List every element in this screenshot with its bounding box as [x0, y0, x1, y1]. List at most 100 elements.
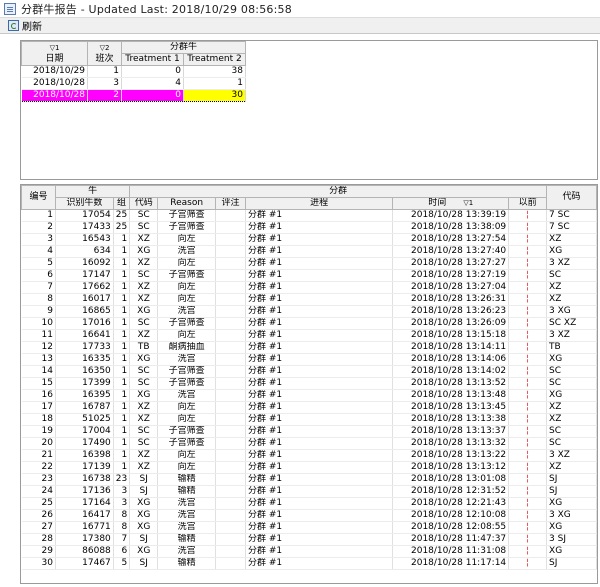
table-row[interactable]: 26 16417 8 XG 洗宫 分群 #1 2018/10/28 12:10:08 ¦ 3 X… — [21, 509, 597, 522]
cell-code: SC — [129, 437, 159, 450]
summary-header-treatment1[interactable]: Treatment 1 — [121, 53, 184, 66]
summary-row[interactable]: 2018/10/29 1 0 38 — [21, 65, 246, 78]
cell-note — [215, 425, 247, 438]
cell-procedure: 分群 #1 — [245, 413, 394, 426]
cell-reason: 子宫筛查 — [157, 437, 217, 450]
cell-num: 25 — [21, 497, 56, 510]
summary-cell-t1: 4 — [121, 77, 184, 90]
cell-num: 26 — [21, 509, 56, 522]
detail-header-prev[interactable]: 以前 — [508, 197, 548, 210]
cell-grp: 1 — [113, 257, 131, 270]
table-row[interactable]: 19 17004 1 SC 子宫筛查 分群 #1 2018/10/28 13:13:37 ¦ S… — [21, 425, 597, 438]
cell-id: 17433 — [55, 221, 114, 234]
table-row[interactable]: 9 16865 1 XG 洗宫 分群 #1 2018/10/28 13:26:23 ¦ 3 XG — [21, 305, 597, 318]
table-row[interactable]: 3 16543 1 XZ 向左 分群 #1 2018/10/28 13:27:54 ¦ XZ — [21, 233, 597, 246]
table-row[interactable]: 12 17733 1 TB 酮病抽血 分群 #1 2018/10/28 13:14:11 ¦ T… — [21, 341, 597, 354]
cell-code: XZ — [129, 281, 159, 294]
table-row[interactable]: 6 17147 1 SC 子宫筛查 分群 #1 2018/10/28 13:27:19 ¦ SC — [21, 269, 597, 282]
cell-code: XG — [129, 305, 159, 318]
cell-grp: 1 — [113, 329, 131, 342]
table-row[interactable]: 20 17490 1 SC 子宫筛查 分群 #1 2018/10/28 13:13:32 ¦ S… — [21, 437, 597, 450]
cell-id: 16350 — [55, 365, 114, 378]
table-row[interactable]: 14 16350 1 SC 子宫筛查 分群 #1 2018/10/28 13:14:02 ¦ S… — [21, 365, 597, 378]
cell-grp: 7 — [113, 533, 131, 546]
table-row[interactable]: 7 17662 1 XZ 向左 分群 #1 2018/10/28 13:27:04 ¦ XZ — [21, 281, 597, 294]
summary-header-date[interactable]: ▽1 日期 — [21, 41, 88, 66]
cell-procedure: 分群 #1 — [245, 497, 394, 510]
cell-procedure: 分群 #1 — [245, 533, 394, 546]
cell-num: 20 — [21, 437, 56, 450]
cell-prev: ¦ — [508, 293, 548, 306]
cell-num: 16 — [21, 389, 56, 402]
table-row[interactable]: 30 17467 5 SJ 输精 分群 #1 2018/10/28 11:17:14 ¦ SJ — [21, 557, 597, 570]
cell-reason: 子宫筛查 — [157, 221, 217, 234]
table-row[interactable]: 29 86088 6 XG 洗宫 分群 #1 2018/10/28 11:31:08 ¦ XG — [21, 545, 597, 558]
cell-procedure: 分群 #1 — [245, 233, 394, 246]
table-row[interactable]: 21 16398 1 XZ 向左 分群 #1 2018/10/28 13:13:22 ¦ 3 X… — [21, 449, 597, 462]
table-row[interactable]: 27 16771 8 XG 洗宫 分群 #1 2018/10/28 12:08:55 ¦ XG — [21, 521, 597, 534]
cell-prev: ¦ — [508, 449, 548, 462]
cell-prev: ¦ — [508, 269, 548, 282]
cell-num: 4 — [21, 245, 56, 258]
table-row[interactable]: 5 16092 1 XZ 向左 分群 #1 2018/10/28 13:27:27 ¦ 3 XZ — [21, 257, 597, 270]
window-title: 分群牛报告 - Updated Last: 2018/10/29 08:56:5… — [21, 2, 292, 16]
cell-prev: ¦ — [508, 341, 548, 354]
cell-code2: SC — [546, 377, 597, 390]
cell-reason: 向左 — [157, 461, 217, 474]
cell-procedure: 分群 #1 — [245, 461, 394, 474]
cell-procedure: 分群 #1 — [245, 425, 394, 438]
cell-id: 17733 — [55, 341, 114, 354]
summary-row[interactable]: 2018/10/28 2 0 30 — [21, 89, 246, 102]
table-row[interactable]: 11 16641 1 XZ 向左 分群 #1 2018/10/28 13:15:18 ¦ 3 X… — [21, 329, 597, 342]
cell-time: 2018/10/28 13:26:09 — [392, 317, 510, 330]
detail-header-grp[interactable]: 组 — [112, 197, 131, 210]
table-row[interactable]: 28 17380 7 SJ 输精 分群 #1 2018/10/28 11:47:37 ¦ 3 S… — [21, 533, 597, 546]
detail-header-num[interactable]: 编号 — [21, 185, 56, 210]
refresh-button[interactable]: 刷新 — [8, 18, 42, 33]
cell-id: 86088 — [55, 545, 114, 558]
table-row[interactable]: 18 51025 1 XZ 向左 分群 #1 2018/10/28 13:13:38 ¦ XZ — [21, 413, 597, 426]
cell-grp: 1 — [113, 449, 131, 462]
detail-header-id[interactable]: 识别牛数 — [54, 197, 114, 210]
table-row[interactable]: 4 634 1 XG 洗宫 分群 #1 2018/10/28 13:27:40 ¦ XG — [21, 245, 597, 258]
table-row[interactable]: 8 16017 1 XZ 向左 分群 #1 2018/10/28 13:26:31 ¦ XZ — [21, 293, 597, 306]
table-row[interactable]: 15 17399 1 SC 子宫筛查 分群 #1 2018/10/28 13:13:52 ¦ S… — [21, 377, 597, 390]
cell-time: 2018/10/28 13:13:37 — [392, 425, 510, 438]
table-row[interactable]: 22 17139 1 XZ 向左 分群 #1 2018/10/28 13:13:12 ¦ XZ — [21, 461, 597, 474]
table-row[interactable]: 1 17054 25 SC 子宫筛查 分群 #1 2018/10/28 13:39:19 ¦ 7… — [21, 209, 597, 222]
table-row[interactable]: 2 17433 25 SC 子宫筛查 分群 #1 2018/10/28 13:38:09 ¦ 7… — [21, 221, 597, 234]
refresh-icon — [8, 20, 19, 31]
table-row[interactable]: 16 16395 1 XG 洗宫 分群 #1 2018/10/28 13:13:48 ¦ XG — [21, 389, 597, 402]
table-row[interactable]: 13 16335 1 XG 洗宫 分群 #1 2018/10/28 13:14:06 ¦ XG — [21, 353, 597, 366]
summary-header-shift[interactable]: ▽2 班次 — [87, 41, 122, 66]
cell-prev: ¦ — [508, 329, 548, 342]
detail-header-reason[interactable]: Reason — [157, 197, 217, 210]
table-row[interactable]: 24 17136 3 SJ 输精 分群 #1 2018/10/28 12:31:52 ¦ SJ — [21, 485, 597, 498]
cell-num: 15 — [21, 377, 56, 390]
sort-indicator: ▽1 — [49, 43, 60, 52]
summary-header-treatment2[interactable]: Treatment 2 — [183, 53, 246, 66]
cell-prev: ¦ — [508, 317, 548, 330]
cell-grp: 1 — [113, 281, 131, 294]
detail-header-procedure[interactable]: 进程 — [245, 197, 394, 210]
cell-code2: XZ — [546, 293, 597, 306]
summary-row[interactable]: 2018/10/28 3 4 1 — [21, 77, 246, 90]
table-row[interactable]: 23 16738 23 SJ 输精 分群 #1 2018/10/28 13:01:08 ¦ SJ — [21, 473, 597, 486]
cell-id: 17164 — [55, 497, 114, 510]
table-row[interactable]: 25 17164 3 XG 洗宫 分群 #1 2018/10/28 12:21:43 ¦ XG — [21, 497, 597, 510]
detail-header-code2[interactable]: 代码 — [546, 185, 597, 210]
detail-header-time[interactable]: 时间 ▽1 — [392, 197, 510, 210]
cell-prev: ¦ — [508, 353, 548, 366]
detail-header-note[interactable]: 评注 — [215, 197, 247, 210]
table-row[interactable]: 17 16787 1 XZ 向左 分群 #1 2018/10/28 13:13:45 ¦ XZ — [21, 401, 597, 414]
cell-time: 2018/10/28 13:13:38 — [392, 413, 510, 426]
cell-num: 6 — [21, 269, 56, 282]
table-row[interactable]: 10 17016 1 SC 子宫筛查 分群 #1 2018/10/28 13:26:09 ¦ S… — [21, 317, 597, 330]
detail-header-code[interactable]: 代码 — [129, 197, 159, 210]
cell-code: XZ — [129, 329, 159, 342]
cell-prev: ¦ — [508, 281, 548, 294]
cell-code: SC — [129, 317, 159, 330]
cell-note — [215, 557, 247, 570]
cell-num: 14 — [21, 365, 56, 378]
cell-prev: ¦ — [508, 497, 548, 510]
